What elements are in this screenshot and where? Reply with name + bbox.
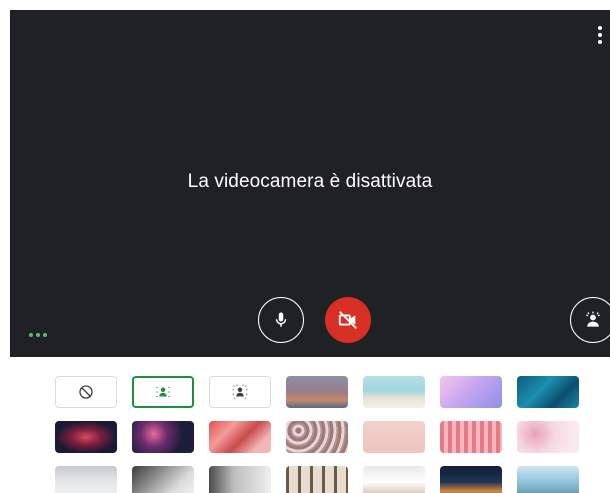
block-icon	[79, 385, 93, 399]
background-nebula[interactable]	[55, 421, 117, 453]
background-blossom[interactable]	[517, 421, 579, 453]
background-pebbles[interactable]	[286, 421, 348, 453]
background-room-white[interactable]	[55, 466, 117, 493]
background-pink-pattern[interactable]	[440, 421, 502, 453]
background-house-night[interactable]	[440, 466, 502, 493]
visual-effects-button[interactable]	[570, 297, 610, 343]
audio-indicator	[29, 333, 47, 337]
camera-toggle-button[interactable]	[325, 297, 371, 343]
camera-preview: La videocamera è disattivata	[10, 10, 610, 357]
camera-off-message: La videocamera è disattivata	[187, 171, 433, 192]
microphone-icon	[275, 312, 287, 327]
microphone-button[interactable]	[258, 297, 304, 343]
visual-effects-icon	[586, 311, 600, 327]
background-beach[interactable]	[363, 376, 425, 408]
background-lounge[interactable]	[363, 466, 425, 493]
blur-strong-icon	[232, 384, 248, 399]
background-purple-sky[interactable]	[440, 376, 502, 408]
slight-blur-option[interactable]	[132, 376, 194, 408]
background-picker	[55, 376, 579, 493]
blur-person-icon	[156, 386, 170, 398]
background-pink-paper[interactable]	[363, 421, 425, 453]
background-bookshelf[interactable]	[286, 466, 348, 493]
background-coast[interactable]	[517, 466, 579, 493]
blur-option[interactable]	[209, 376, 271, 408]
background-sunset[interactable]	[286, 376, 348, 408]
more-vert-icon[interactable]	[592, 24, 608, 46]
no-effect-option[interactable]	[55, 376, 117, 408]
camera-off-icon	[338, 311, 357, 329]
background-room-loft[interactable]	[132, 466, 194, 493]
background-room-gallery[interactable]	[209, 466, 271, 493]
background-flowers[interactable]	[209, 421, 271, 453]
background-ocean[interactable]	[517, 376, 579, 408]
background-fireworks[interactable]	[132, 421, 194, 453]
